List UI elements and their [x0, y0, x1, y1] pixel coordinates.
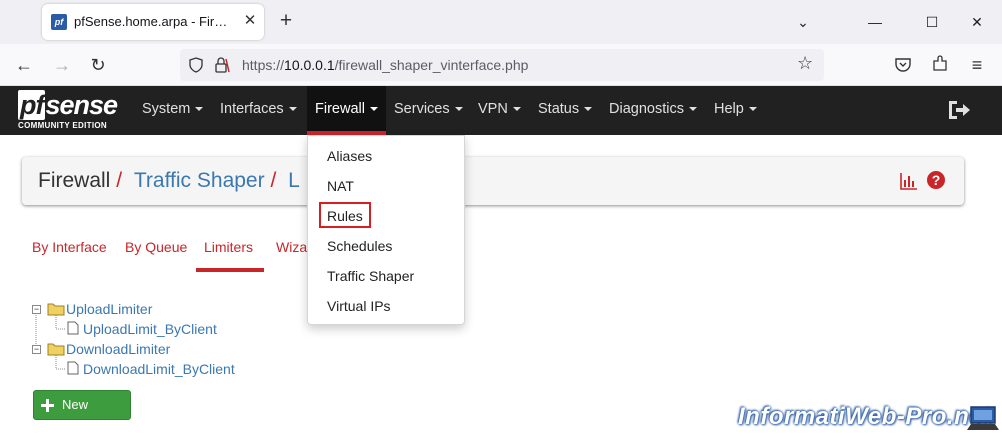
menu-item-traffic-shaper[interactable]: Traffic Shaper — [327, 268, 414, 284]
rules-highlight-box — [319, 202, 371, 228]
new-limiter-label: New Limiter — [62, 397, 102, 440]
menu-interfaces[interactable]: Interfaces — [220, 86, 297, 135]
breadcrumb-traffic-shaper-link[interactable]: Traffic Shaper — [134, 169, 265, 192]
folder-icon — [47, 303, 65, 316]
menu-status[interactable]: Status — [538, 86, 593, 135]
menu-label: Status — [538, 101, 580, 117]
menu-label: VPN — [478, 101, 508, 117]
tree-item-downloadlimit-byclient[interactable]: DownloadLimit_ByClient — [83, 361, 235, 377]
breadcrumb: Firewall / Traffic Shaper / L ? — [22, 157, 964, 205]
folder-icon — [47, 343, 65, 356]
help-icon[interactable]: ? — [926, 170, 946, 190]
menu-services[interactable]: Services — [394, 86, 463, 135]
menu-firewall[interactable]: Firewall — [307, 86, 386, 135]
logo-sense: sense — [45, 90, 118, 120]
menu-system[interactable]: System — [142, 86, 204, 135]
address-bar[interactable]: https://10.0.0.1/firewall_shaper_vinterf… — [180, 49, 824, 81]
new-limiter-button[interactable]: New Limiter — [33, 390, 131, 440]
tab-by-queue[interactable]: By Queue — [125, 239, 187, 255]
menu-item-schedules[interactable]: Schedules — [327, 238, 392, 254]
browser-tab-bar: pf pfSense.home.arpa - Firewall: Traffic… — [0, 0, 1002, 44]
pfsense-favicon-icon: pf — [51, 14, 67, 30]
menu-label: Services — [394, 101, 450, 117]
tree-item-downloadlimiter[interactable]: DownloadLimiter — [66, 341, 170, 357]
menu-help[interactable]: Help — [714, 86, 757, 135]
collapse-icon[interactable]: − — [32, 345, 41, 354]
logout-icon[interactable] — [946, 98, 972, 122]
pfsense-navbar: pfsense COMMUNITY EDITION System Interfa… — [0, 86, 1002, 135]
shield-icon[interactable] — [188, 57, 204, 73]
breadcrumb-root: Firewall — [38, 169, 111, 192]
caret-down-icon — [369, 107, 378, 112]
logo-text: pfsense — [18, 90, 118, 120]
menu-item-virtual-ips[interactable]: Virtual IPs — [327, 298, 391, 314]
minimize-icon[interactable]: — — [863, 10, 887, 34]
pocket-icon[interactable] — [894, 56, 912, 74]
tree-item-uploadlimiter[interactable]: UploadLimiter — [66, 301, 152, 317]
url-scheme: https:// — [242, 57, 285, 73]
bookmark-star-icon[interactable]: ☆ — [797, 53, 813, 74]
forward-icon[interactable]: → — [50, 53, 74, 77]
breadcrumb-separator: / — [270, 169, 277, 192]
breadcrumb-separator: / — [116, 169, 123, 192]
breadcrumb-limiters-link[interactable]: L — [288, 169, 300, 192]
menu-label: Firewall — [315, 101, 365, 117]
reload-icon[interactable]: ↻ — [86, 53, 110, 77]
new-tab-icon[interactable]: + — [276, 10, 296, 32]
back-icon[interactable]: ← — [12, 53, 36, 77]
file-icon — [67, 321, 79, 335]
close-tab-icon[interactable]: ✕ — [241, 12, 259, 30]
lock-warning-icon[interactable] — [213, 56, 231, 74]
hamburger-menu-icon[interactable]: ≡ — [965, 53, 989, 77]
menu-item-aliases[interactable]: Aliases — [327, 148, 372, 164]
browser-tab[interactable]: pf pfSense.home.arpa - Firewall: Traffic… — [42, 4, 264, 40]
logo-pf: pf — [18, 90, 46, 120]
plus-icon — [41, 399, 54, 412]
page-title: Firewall / Traffic Shaper / L — [38, 169, 300, 193]
menu-label: System — [142, 101, 191, 117]
caret-down-icon — [288, 107, 297, 112]
caret-down-icon — [748, 107, 757, 112]
file-icon — [67, 361, 79, 375]
window-close-icon[interactable]: ✕ — [965, 10, 989, 34]
caret-down-icon — [195, 107, 204, 112]
maximize-icon[interactable]: ☐ — [920, 10, 944, 34]
browser-tab-title: pfSense.home.arpa - Firewall: Traffic Sh… — [74, 14, 234, 29]
caret-down-icon — [584, 107, 593, 112]
extensions-icon[interactable] — [931, 55, 949, 73]
watermark: InformatiWeb-Pro.net — [738, 403, 992, 430]
menu-label: Interfaces — [220, 101, 284, 117]
firewall-dropdown-menu: Aliases NAT Rules Schedules Traffic Shap… — [307, 135, 465, 325]
menu-vpn[interactable]: VPN — [478, 86, 521, 135]
menu-diagnostics[interactable]: Diagnostics — [609, 86, 697, 135]
collapse-icon[interactable]: − — [32, 305, 41, 314]
tab-list-chevron-icon[interactable]: ⌄ — [791, 10, 815, 34]
menu-label: Help — [714, 101, 744, 117]
laptop-logo-icon — [967, 406, 999, 430]
url-text[interactable]: https://10.0.0.1/firewall_shaper_vinterf… — [242, 57, 528, 73]
tree-item-uploadlimit-byclient[interactable]: UploadLimit_ByClient — [83, 321, 217, 337]
active-tab-indicator — [196, 268, 264, 272]
svg-text:?: ? — [932, 172, 941, 188]
url-path: /firewall_shaper_vinterface.php — [334, 57, 529, 73]
menu-label: Diagnostics — [609, 101, 684, 117]
tab-by-interface[interactable]: By Interface — [32, 239, 107, 255]
caret-down-icon — [512, 107, 521, 112]
caret-down-icon — [688, 107, 697, 112]
logo-edition: COMMUNITY EDITION — [18, 121, 107, 130]
caret-down-icon — [454, 107, 463, 112]
pfsense-logo[interactable]: pfsense COMMUNITY EDITION — [18, 90, 128, 132]
bar-chart-icon[interactable] — [900, 172, 918, 190]
menu-item-nat[interactable]: NAT — [327, 178, 354, 194]
tab-limiters[interactable]: Limiters — [204, 239, 253, 255]
url-host: 10.0.0.1 — [284, 57, 335, 73]
browser-nav-bar: ← → ↻ https://10.0.0.1/firewall_shaper_v… — [0, 44, 1002, 86]
